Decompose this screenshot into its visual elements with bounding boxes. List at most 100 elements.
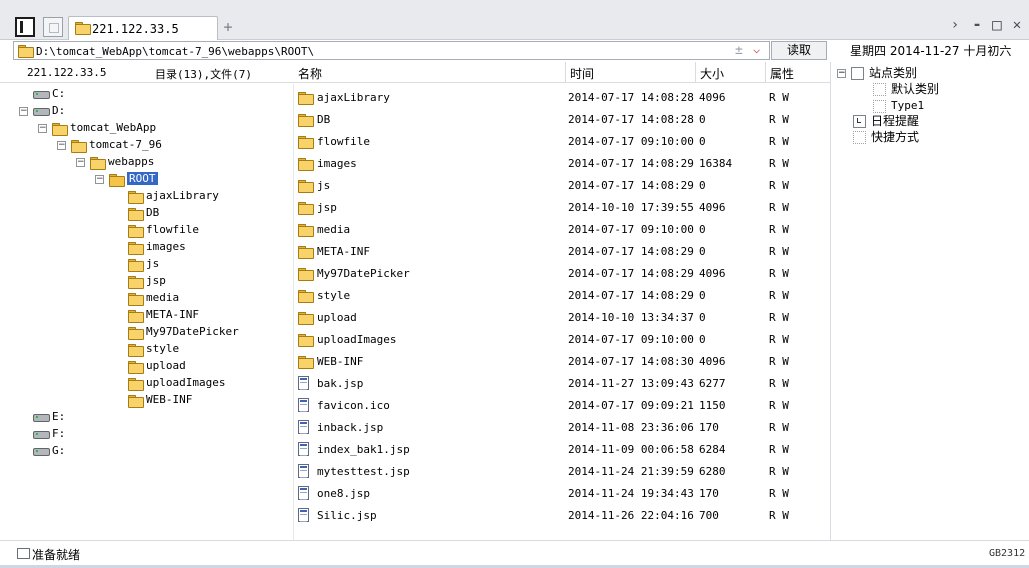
tree-node[interactable]: − tomcat_WebApp	[38, 119, 156, 136]
new-tab-button[interactable]: +	[221, 17, 235, 37]
file-icon	[298, 464, 309, 478]
tree-node[interactable]: DB	[114, 204, 159, 221]
encoding-label[interactable]: GB2312	[989, 548, 1025, 559]
plus-minus-icon[interactable]: ±	[735, 43, 743, 58]
file-time: 2014-07-17 14:08:29	[568, 267, 694, 280]
tree-node[interactable]: js	[114, 255, 159, 272]
file-time: 2014-10-10 13:34:37	[568, 311, 694, 324]
table-row[interactable]: upload 2014-10-10 13:34:37 0 R W	[294, 307, 830, 329]
category-icon	[873, 99, 886, 113]
secondary-toggle-button[interactable]	[43, 17, 63, 37]
file-time: 2014-10-10 17:39:55	[568, 201, 694, 214]
tree-node-type1[interactable]: Type1	[873, 97, 924, 114]
minimize-button[interactable]: ▬	[969, 15, 985, 35]
file-name: Silic.jsp	[317, 509, 377, 522]
tree-node-label: G:	[52, 444, 66, 457]
collapse-icon[interactable]: −	[57, 140, 66, 150]
tree-node[interactable]: − webapps	[76, 153, 154, 170]
tree-node-label: webapps	[108, 155, 155, 168]
table-row[interactable]: js 2014-07-17 14:08:29 0 R W	[294, 175, 830, 197]
table-row[interactable]: bak.jsp 2014-11-27 13:09:43 6277 R W	[294, 373, 830, 395]
close-button[interactable]: ✕	[1009, 15, 1025, 35]
chevron-down-icon[interactable]: ⌵	[753, 42, 760, 56]
table-row[interactable]: My97DatePicker 2014-07-17 14:08:29 4096 R W	[294, 263, 830, 285]
column-header-time[interactable]: 时间	[570, 65, 594, 82]
file-name: favicon.ico	[317, 399, 390, 412]
tree-node-label: D:	[52, 104, 66, 117]
table-row[interactable]: META-INF 2014-07-17 14:08:29 0 R W	[294, 241, 830, 263]
table-row[interactable]: jsp 2014-10-10 17:39:55 4096 R W	[294, 197, 830, 219]
column-divider[interactable]	[565, 62, 566, 83]
tree-node[interactable]: jsp	[114, 272, 166, 289]
file-name: mytesttest.jsp	[317, 465, 410, 478]
tree-node[interactable]: C:	[19, 85, 65, 102]
table-row[interactable]: style 2014-07-17 14:08:29 0 R W	[294, 285, 830, 307]
file-name: flowfile	[317, 135, 370, 148]
tree-node[interactable]: WEB-INF	[114, 391, 192, 408]
file-attr: R W	[769, 289, 789, 302]
tree-node[interactable]: media	[114, 289, 179, 306]
read-button[interactable]: 读取	[771, 41, 827, 60]
tree-node[interactable]: upload	[114, 357, 186, 374]
tree-node[interactable]: My97DatePicker	[114, 323, 239, 340]
table-row[interactable]: WEB-INF 2014-07-17 14:08:30 4096 R W	[294, 351, 830, 373]
file-size: 6284	[699, 443, 726, 456]
tree-node[interactable]: uploadImages	[114, 374, 225, 391]
column-header-name[interactable]: 名称	[298, 65, 322, 82]
tree-node-label: flowfile	[146, 223, 199, 236]
table-row[interactable]: media 2014-07-17 09:10:00 0 R W	[294, 219, 830, 241]
tab-host[interactable]: 221.122.33.5	[68, 16, 218, 40]
collapse-icon[interactable]: −	[95, 174, 104, 184]
table-row[interactable]: ajaxLibrary 2014-07-17 14:08:28 4096 R W	[294, 87, 830, 109]
file-time: 2014-07-17 14:08:29	[568, 179, 694, 192]
table-row[interactable]: inback.jsp 2014-11-08 23:36:06 170 R W	[294, 417, 830, 439]
table-row[interactable]: flowfile 2014-07-17 09:10:00 0 R W	[294, 131, 830, 153]
table-row[interactable]: favicon.ico 2014-07-17 09:09:21 1150 R W	[294, 395, 830, 417]
table-row[interactable]: Silic.jsp 2014-11-26 22:04:16 700 R W	[294, 505, 830, 527]
collapse-icon[interactable]: −	[19, 106, 28, 116]
table-row[interactable]: index_bak1.jsp 2014-11-09 00:06:58 6284 R W	[294, 439, 830, 461]
tree-node-schedule[interactable]: 日程提醒	[853, 113, 919, 130]
tree-node[interactable]: − tomcat-7_96	[57, 136, 162, 153]
address-input[interactable]	[36, 44, 726, 59]
column-header-attr[interactable]: 属性	[770, 65, 794, 82]
tree-node[interactable]: G:	[19, 442, 65, 459]
folder-icon	[298, 290, 314, 303]
maximize-button[interactable]: □	[989, 15, 1005, 35]
site-category-label: 站点类别	[869, 66, 918, 80]
folder-icon	[128, 258, 144, 272]
tree-node-default-category[interactable]: 默认类别	[873, 81, 939, 98]
folder-icon	[128, 309, 144, 323]
table-row[interactable]: one8.jsp 2014-11-24 19:34:43 170 R W	[294, 483, 830, 505]
file-name: one8.jsp	[317, 487, 370, 500]
file-size: 0	[699, 289, 706, 302]
status-bar: 准备就绪 GB2312	[0, 540, 1029, 568]
panel-toggle-button[interactable]	[15, 17, 35, 37]
table-row[interactable]: DB 2014-07-17 14:08:28 0 R W	[294, 109, 830, 131]
tree-node[interactable]: − D:	[19, 102, 65, 119]
table-row[interactable]: uploadImages 2014-07-17 09:10:00 0 R W	[294, 329, 830, 351]
tree-node-shortcut[interactable]: 快捷方式	[853, 129, 919, 146]
tree-node[interactable]: style	[114, 340, 179, 357]
column-header-size[interactable]: 大小	[700, 65, 724, 82]
table-row[interactable]: mytesttest.jsp 2014-11-24 21:39:59 6280 R W	[294, 461, 830, 483]
column-divider[interactable]	[695, 62, 696, 83]
file-time: 2014-07-17 09:10:00	[568, 135, 694, 148]
tree-node[interactable]: images	[114, 238, 186, 255]
column-divider[interactable]	[765, 62, 766, 83]
collapse-icon[interactable]: −	[837, 69, 846, 78]
tree-node-label: WEB-INF	[146, 393, 193, 406]
collapse-icon[interactable]: −	[76, 157, 85, 167]
collapse-icon[interactable]: −	[38, 123, 47, 133]
tree-node[interactable]: E:	[19, 408, 65, 425]
tree-node[interactable]: META-INF	[114, 306, 199, 323]
tree-node-site-category[interactable]: − 站点类别	[837, 65, 917, 82]
chevron-right-icon[interactable]: ›	[947, 15, 963, 35]
tree-node[interactable]: flowfile	[114, 221, 199, 238]
tree-node[interactable]: ajaxLibrary	[114, 187, 219, 204]
tree-node[interactable]: F:	[19, 425, 65, 442]
table-row[interactable]: images 2014-07-17 14:08:29 16384 R W	[294, 153, 830, 175]
tree-node[interactable]: − ROOT	[95, 170, 158, 187]
folder-icon	[298, 202, 314, 215]
folder-icon	[298, 114, 314, 127]
